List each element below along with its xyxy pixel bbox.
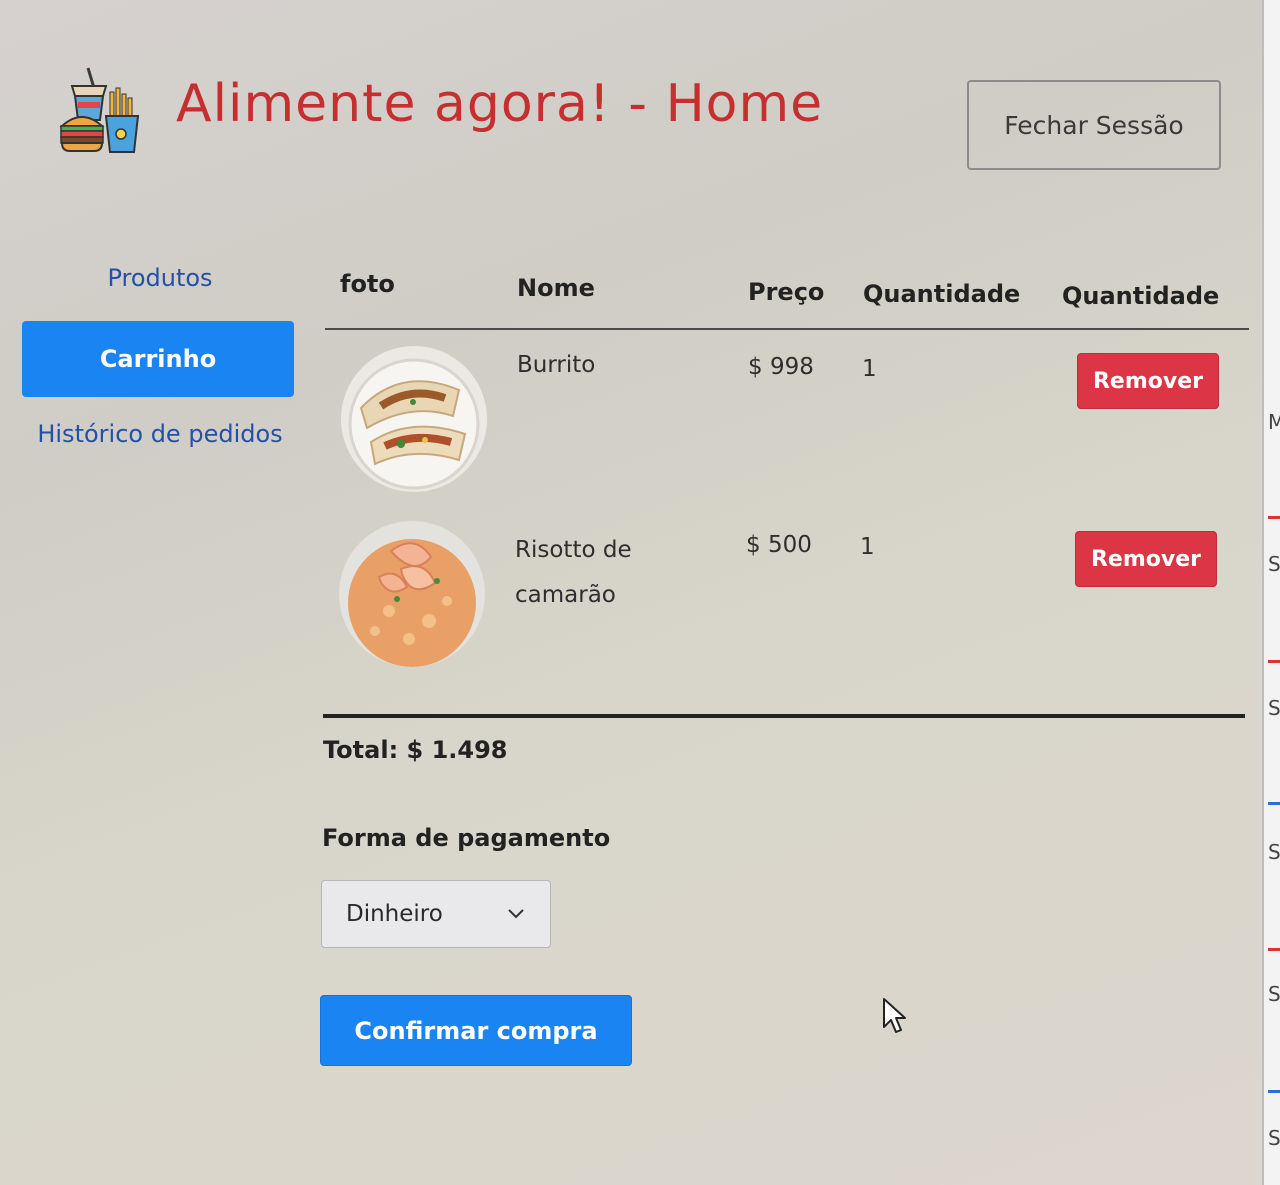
edge-letter: S (1268, 696, 1280, 720)
payment-method-select[interactable]: Dinheiro (321, 880, 551, 948)
payment-method-label: Forma de pagamento (322, 824, 611, 852)
sidebar-item-produtos[interactable]: Produtos (60, 264, 260, 292)
edge-mark (1268, 948, 1280, 951)
product-price: $ 998 (748, 354, 814, 380)
edge-letter: M (1268, 410, 1280, 434)
burrito-photo (341, 346, 487, 492)
shrimp-risotto-photo (339, 521, 485, 667)
remove-button[interactable]: Remover (1075, 531, 1217, 587)
column-header-quantidade-action: Quantidade (1062, 282, 1220, 310)
edge-mark (1268, 1090, 1280, 1093)
confirm-purchase-button[interactable]: Confirmar compra (320, 995, 632, 1066)
edge-mark (1268, 516, 1280, 519)
background-window-strip: M S S S S S (1262, 0, 1280, 1185)
payment-method-value: Dinheiro (346, 901, 443, 927)
sidebar-item-historico[interactable]: Histórico de pedidos (30, 412, 290, 457)
product-quantity: 1 (862, 356, 877, 382)
edge-mark (1268, 802, 1280, 805)
column-header-nome: Nome (517, 274, 595, 302)
app-page: Alimente agora! - Home Fechar Sessão Pro… (0, 0, 1262, 1185)
page-title: Alimente agora! - Home (176, 74, 824, 134)
chevron-down-icon (508, 909, 524, 919)
product-name: Risotto de camarão (515, 537, 632, 608)
product-price: $ 500 (746, 532, 812, 558)
table-header-divider (325, 328, 1249, 330)
cart-total: Total: $ 1.498 (323, 736, 508, 764)
edge-letter: S (1268, 552, 1280, 576)
edge-mark (1268, 660, 1280, 663)
product-name: Burrito (517, 352, 596, 378)
column-header-quantidade: Quantidade (863, 280, 1021, 308)
product-quantity: 1 (860, 534, 875, 560)
fast-food-icon (59, 67, 140, 153)
column-header-foto: foto (340, 270, 395, 298)
column-header-preco: Preço (748, 278, 825, 306)
mouse-cursor-icon (883, 998, 906, 1033)
logout-button[interactable]: Fechar Sessão (967, 80, 1221, 170)
table-footer-divider (323, 714, 1245, 718)
edge-letter: S (1268, 982, 1280, 1006)
sidebar-item-carrinho[interactable]: Carrinho (22, 321, 294, 397)
edge-letter: S (1268, 1126, 1280, 1150)
remove-button[interactable]: Remover (1077, 353, 1219, 409)
edge-letter: S (1268, 840, 1280, 864)
